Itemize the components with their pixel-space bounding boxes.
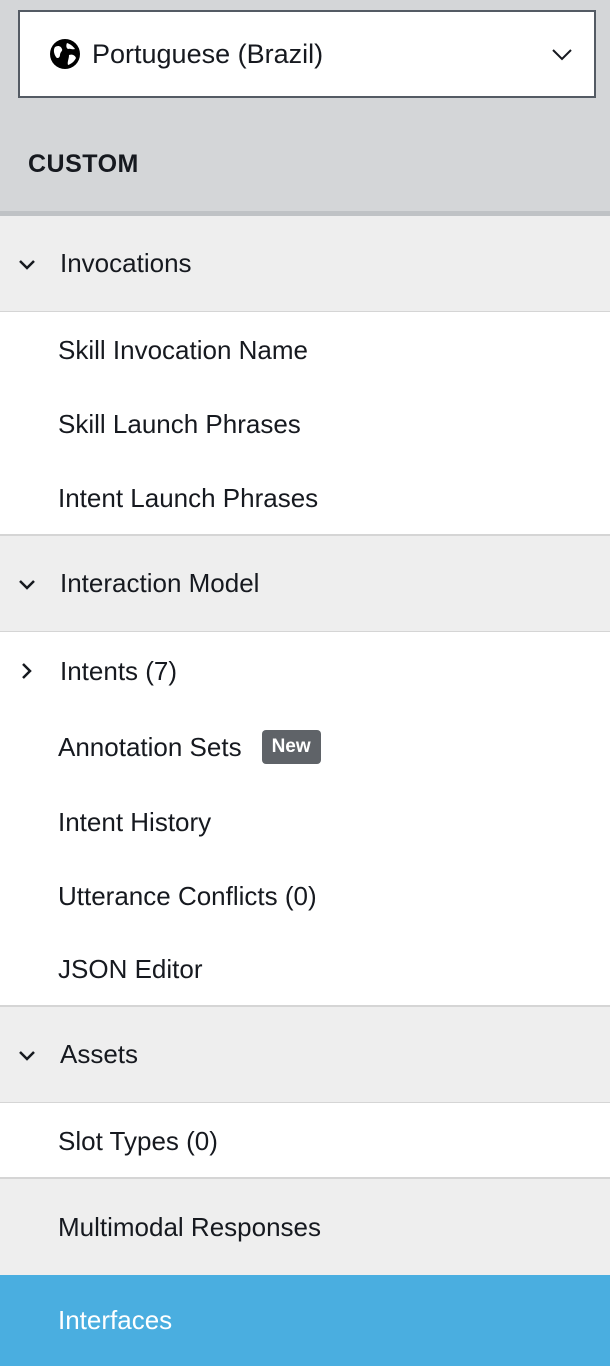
nav-item-utterance-conflicts[interactable]: Utterance Conflicts (0) xyxy=(0,859,610,933)
section-interaction-model[interactable]: Interaction Model xyxy=(0,536,610,632)
nav-item-label: Intents (7) xyxy=(60,655,178,686)
section-label: Interaction Model xyxy=(60,568,260,598)
nav-item-label: Skill Invocation Name xyxy=(58,334,308,365)
section-label: Assets xyxy=(60,1039,139,1069)
nav-item-intents[interactable]: Intents (7) xyxy=(0,633,610,709)
nav-item-label: Utterance Conflicts (0) xyxy=(58,880,317,911)
chevron-down-icon xyxy=(14,571,40,597)
chevron-down-icon xyxy=(14,251,40,277)
nav-item-label: Multimodal Responses xyxy=(58,1211,322,1242)
chevron-right-icon[interactable] xyxy=(14,658,40,684)
locale-label: Portuguese (Brazil) xyxy=(92,38,324,69)
nav-item-skill-launch-phrases[interactable]: Skill Launch Phrases xyxy=(0,387,610,461)
nav-item-json-editor[interactable]: JSON Editor xyxy=(0,933,610,1005)
locale-dropdown[interactable]: Portuguese (Brazil) xyxy=(18,10,596,98)
nav-item-label: Annotation Sets xyxy=(58,731,242,762)
chevron-down-icon xyxy=(14,1042,40,1068)
nav-item-label: Slot Types (0) xyxy=(58,1125,218,1156)
nav-item-label: Intent History xyxy=(58,806,212,837)
nav-item-annotation-sets[interactable]: Annotation Sets New xyxy=(0,709,610,785)
nav-item-label: Interfaces xyxy=(58,1305,173,1335)
nav-item-multimodal-responses[interactable]: Multimodal Responses xyxy=(0,1179,610,1275)
section-label: Invocations xyxy=(60,248,192,278)
chevron-down-icon[interactable] xyxy=(550,42,574,66)
nav-item-slot-types[interactable]: Slot Types (0) xyxy=(0,1104,610,1178)
custom-heading: CUSTOM xyxy=(28,150,139,178)
new-badge: New xyxy=(261,730,321,764)
globe-icon xyxy=(48,37,82,71)
nav-item-label: JSON Editor xyxy=(58,953,203,984)
nav-item-label: Skill Launch Phrases xyxy=(58,408,301,439)
section-assets[interactable]: Assets xyxy=(0,1007,610,1103)
nav-item-intent-launch-phrases[interactable]: Intent Launch Phrases xyxy=(0,461,610,535)
sidebar: Portuguese (Brazil) CUSTOM Invocations S… xyxy=(0,0,610,1366)
nav-item-label: Intent Launch Phrases xyxy=(58,482,319,513)
nav-item-skill-invocation-name[interactable]: Skill Invocation Name xyxy=(0,313,610,387)
nav-item-intent-history[interactable]: Intent History xyxy=(0,785,610,859)
nav-item-interfaces[interactable]: Interfaces xyxy=(0,1275,610,1366)
locale-area: Portuguese (Brazil) CUSTOM xyxy=(0,0,610,215)
section-invocations[interactable]: Invocations xyxy=(0,216,610,312)
